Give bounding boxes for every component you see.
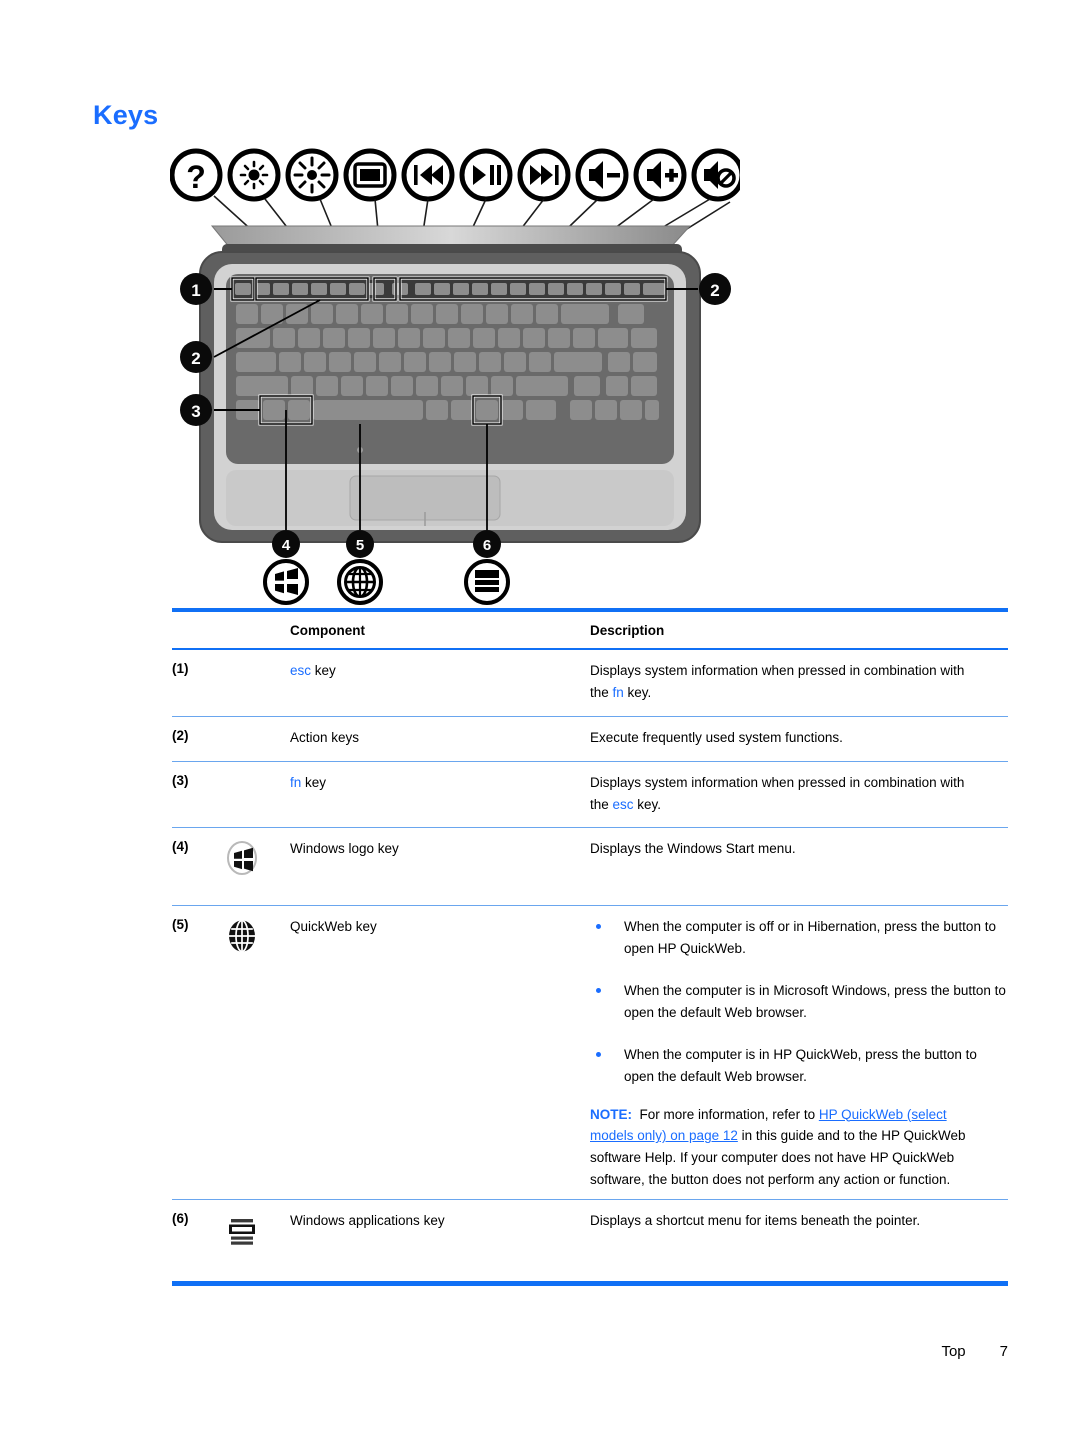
quickweb-globe-key-icon xyxy=(222,916,290,961)
component-label: fn key xyxy=(290,772,590,794)
component-label-suffix: key xyxy=(311,663,336,678)
quickweb-globe-key-icon-figure xyxy=(337,559,383,605)
svg-text:1: 1 xyxy=(191,281,200,300)
help-question-icon: ? xyxy=(170,148,223,202)
table-header-row: Component Description xyxy=(172,612,1008,648)
brightness-up-icon xyxy=(285,148,339,202)
component-description: Displays system information when pressed… xyxy=(590,660,980,704)
svg-text:?: ? xyxy=(186,159,206,195)
row-number: (6) xyxy=(172,1210,189,1226)
components-table: Component Description (1) esc key Displa… xyxy=(172,608,1008,1286)
document-page: Keys ? 1 2 3 2 4 5 6 Component Descripti… xyxy=(0,0,1080,1437)
component-description: Displays a shortcut menu for items benea… xyxy=(590,1212,921,1228)
esc-key-text: esc xyxy=(290,663,312,678)
windows-logo-key-icon-figure xyxy=(263,559,309,605)
row-number: (5) xyxy=(172,917,189,933)
page-title: Keys xyxy=(93,100,159,130)
table-row: (1) esc key Displays system information … xyxy=(172,650,1008,716)
previous-track-icon xyxy=(401,148,455,202)
laptop-keys-figure: ? 1 2 3 2 4 5 6 xyxy=(170,140,740,605)
list-item: When the computer is in Microsoft Window… xyxy=(590,980,1008,1024)
page-number: 7 xyxy=(999,1343,1008,1360)
volume-down-icon xyxy=(575,148,629,202)
row-number: (4) xyxy=(172,839,189,855)
note-block: NOTE: For more information, refer to HP … xyxy=(590,1104,990,1191)
quickweb-behavior-list: When the computer is off or in Hibernati… xyxy=(590,916,1008,1087)
windows-logo-key-icon xyxy=(222,838,290,883)
windows-applications-key-icon-figure xyxy=(464,559,510,605)
table-row: (6) Windows applications key Displays a … xyxy=(172,1200,1008,1281)
table-row: (2) Action keys Execute frequently used … xyxy=(172,717,1008,761)
svg-text:2: 2 xyxy=(191,349,200,368)
component-label: Windows logo key xyxy=(290,841,399,857)
row-number: (3) xyxy=(172,772,189,788)
row-number: (2) xyxy=(172,727,189,743)
svg-text:4: 4 xyxy=(282,537,291,554)
esc-key-text: esc xyxy=(612,796,634,812)
component-description: When the computer is off or in Hibernati… xyxy=(590,916,1008,1191)
table-row: (3) fn key Displays system information w… xyxy=(172,762,1008,828)
footer-section-label: Top xyxy=(941,1343,966,1360)
action-key-icon-row: ? xyxy=(170,148,740,202)
note-lead: For more information, refer to xyxy=(639,1106,819,1122)
fn-key-text: fn xyxy=(290,774,302,790)
table-row: (4) Windows logo key Displays the Window… xyxy=(172,828,1008,905)
column-header-description: Description xyxy=(590,623,665,638)
volume-up-icon xyxy=(633,148,687,202)
next-track-icon xyxy=(517,148,571,202)
mute-icon xyxy=(691,148,740,202)
table-bottom-rule xyxy=(172,1280,1008,1286)
desc-part: key. xyxy=(633,796,662,812)
component-description: Displays the Windows Start menu. xyxy=(590,841,796,857)
component-label: QuickWeb key xyxy=(290,919,377,935)
component-label: esc key xyxy=(290,660,590,682)
svg-text:6: 6 xyxy=(483,537,491,554)
play-pause-icon xyxy=(459,148,513,202)
component-description: Execute frequently used system functions… xyxy=(590,729,843,745)
column-header-component: Component xyxy=(290,623,365,638)
fn-key-text: fn xyxy=(612,684,624,700)
desc-part: key. xyxy=(623,684,652,700)
svg-text:2: 2 xyxy=(710,281,719,300)
note-label: NOTE: xyxy=(590,1106,632,1122)
table-row: (5) QuickWeb key When the computer is of… xyxy=(172,906,1008,1199)
windows-applications-key-icon xyxy=(222,1210,290,1255)
brightness-down-icon xyxy=(227,148,281,202)
component-description: Displays system information when pressed… xyxy=(590,772,980,816)
component-label: Windows applications key xyxy=(290,1212,445,1228)
list-item: When the computer is in HP QuickWeb, pre… xyxy=(590,1044,1008,1088)
component-label-suffix: key xyxy=(301,774,327,790)
list-item: When the computer is off or in Hibernati… xyxy=(590,916,1008,960)
svg-text:5: 5 xyxy=(356,537,364,554)
display-switch-icon xyxy=(343,148,397,202)
svg-text:3: 3 xyxy=(191,402,200,421)
row-number: (1) xyxy=(172,661,189,676)
page-footer: Top 7 xyxy=(172,1343,1008,1360)
component-label: Action keys xyxy=(290,729,360,745)
